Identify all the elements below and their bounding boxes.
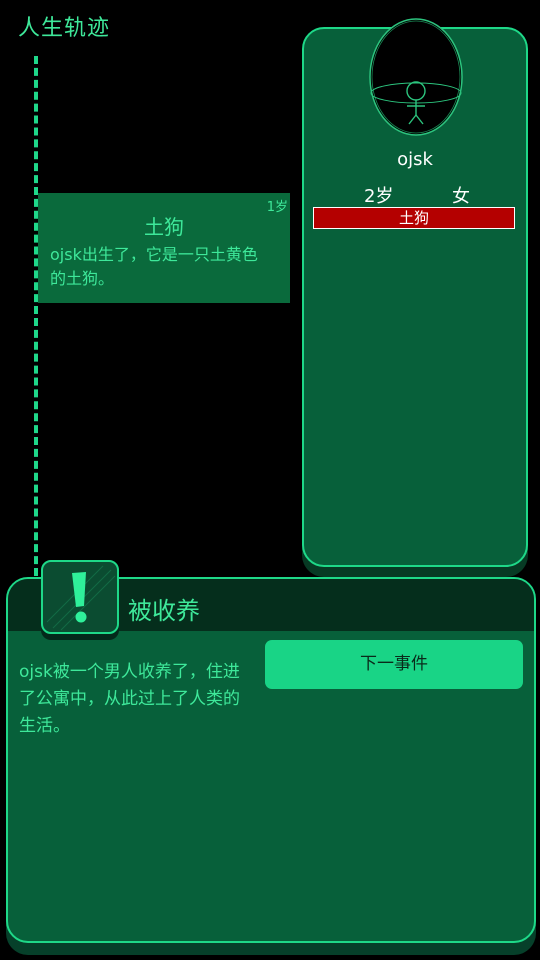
breed-label: 土狗 (313, 207, 515, 229)
profile-panel: ojsk 2岁 女 土狗 (302, 18, 528, 567)
timeline-event-card[interactable]: 1岁 土狗 ojsk出生了，它是一只土黄色的土狗。 (38, 193, 290, 303)
next-event-button[interactable]: 下一事件 (265, 640, 523, 689)
event-panel-description: ojsk被一个男人收养了，住进了公寓中，从此过上了人类的生活。 (19, 662, 240, 736)
event-panel-title: 被收养 (128, 597, 200, 625)
egg-avatar-icon (368, 7, 464, 137)
profile-name: ojsk (397, 149, 433, 170)
timeline-dashed-line (34, 56, 38, 576)
current-event-panel: 被收养 ojsk被一个男人收养了，住进了公寓中，从此过上了人类的生活。 下一事件 (6, 560, 536, 943)
event-card-description: ojsk出生了，它是一只土黄色的土狗。 (50, 245, 258, 288)
profile-gender: 女 (452, 186, 470, 207)
event-card-title: 土狗 (144, 215, 184, 239)
profile-age: 2岁 (364, 186, 394, 207)
exclamation-icon (41, 560, 119, 634)
timeline-title: 人生轨迹 (18, 16, 111, 41)
